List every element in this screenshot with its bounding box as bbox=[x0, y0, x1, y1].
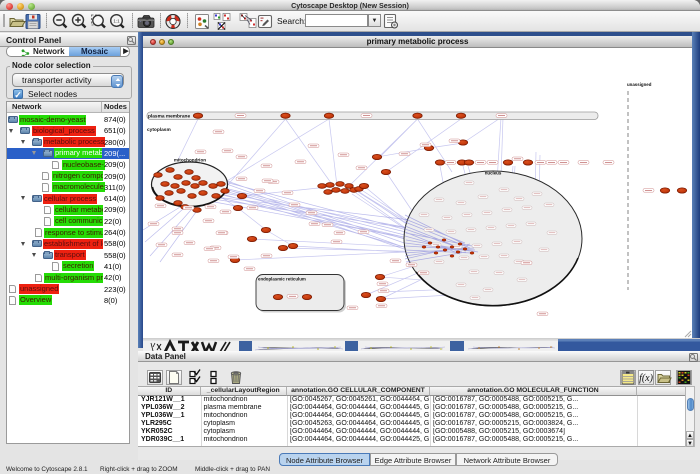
svg-text:unassigned: unassigned bbox=[627, 82, 652, 87]
svg-text:1:1: 1:1 bbox=[113, 19, 120, 24]
svg-text:cytoplasm: cytoplasm bbox=[147, 127, 171, 133]
svg-text:nucleus: nucleus bbox=[485, 171, 502, 176]
svg-text:mitochondrion: mitochondrion bbox=[174, 158, 206, 163]
svg-text:endoplasmic reticulum: endoplasmic reticulum bbox=[258, 277, 306, 282]
svg-text:plasma membrane: plasma membrane bbox=[148, 114, 190, 120]
svg-text:f(x): f(x) bbox=[639, 373, 654, 384]
